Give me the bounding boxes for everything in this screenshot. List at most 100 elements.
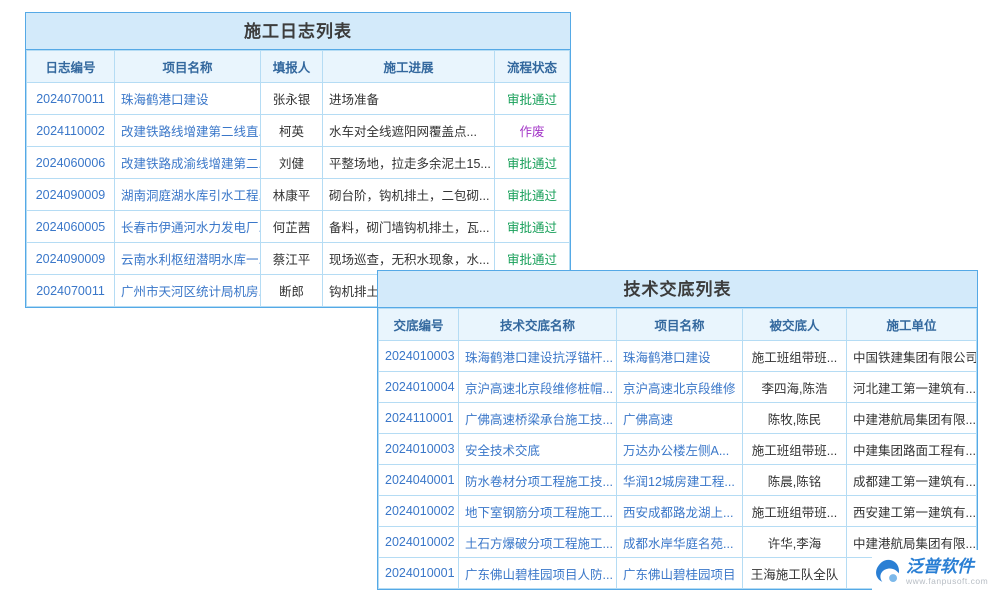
brand-name: 泛普软件: [906, 558, 988, 577]
disclosee-cell: 王海施工队全队: [743, 558, 847, 589]
col-header-disclosure-name: 技术交底名称: [459, 309, 617, 341]
reporter-cell: 张永银: [261, 83, 323, 115]
construction-log-panel: 施工日志列表 日志编号 项目名称 填报人 施工进展 流程状态 202407001…: [25, 12, 571, 308]
status-badge: 审批通过: [495, 147, 570, 179]
disclosure-table-row[interactable]: 2024110001 广佛高速桥梁承台施工技... 广佛高速 陈牧,陈民 中建港…: [379, 403, 977, 434]
disclosure-table-row[interactable]: 2024010003 安全技术交底 万达办公楼左侧A... 施工班组带班... …: [379, 434, 977, 465]
progress-cell: 砌台阶，钩机排土，二包砌...: [323, 179, 495, 211]
project-name-link[interactable]: 西安成都路龙湖上...: [617, 496, 743, 527]
disclosee-cell: 施工班组带班...: [743, 496, 847, 527]
status-badge: 作废: [495, 115, 570, 147]
reporter-cell: 何芷茜: [261, 211, 323, 243]
disclosure-id-link[interactable]: 2024110001: [379, 403, 459, 434]
log-table-row[interactable]: 2024090009 湖南洞庭湖水库引水工程... 林康平 砌台阶，钩机排土，二…: [27, 179, 570, 211]
col-header-disclosure-id: 交底编号: [379, 309, 459, 341]
col-header-log-id: 日志编号: [27, 51, 115, 83]
construction-unit-cell: 西安建工第一建筑有...: [847, 496, 977, 527]
project-name-link[interactable]: 广东佛山碧桂园项目: [617, 558, 743, 589]
project-name-link[interactable]: 湖南洞庭湖水库引水工程...: [115, 179, 261, 211]
status-badge: 审批通过: [495, 211, 570, 243]
fanpu-watermark: 泛普软件 www.fanpusoft.com: [872, 550, 994, 594]
disclosure-name-link[interactable]: 防水卷材分项工程施工技...: [459, 465, 617, 496]
disclosee-cell: 许华,李海: [743, 527, 847, 558]
progress-cell: 进场准备: [323, 83, 495, 115]
disclosure-id-link[interactable]: 2024010004: [379, 372, 459, 403]
disclosure-name-link[interactable]: 安全技术交底: [459, 434, 617, 465]
log-id-link[interactable]: 2024070011: [27, 275, 115, 307]
progress-cell: 平整场地，拉走多余泥土15...: [323, 147, 495, 179]
col-header-construction-unit: 施工单位: [847, 309, 977, 341]
project-name-link[interactable]: 改建铁路线增建第二线直...: [115, 115, 261, 147]
log-id-link[interactable]: 2024060005: [27, 211, 115, 243]
project-name-link[interactable]: 京沪高速北京段维修: [617, 372, 743, 403]
disclosure-name-link[interactable]: 京沪高速北京段维修桩帽...: [459, 372, 617, 403]
log-id-link[interactable]: 2024110002: [27, 115, 115, 147]
reporter-cell: 林康平: [261, 179, 323, 211]
reporter-cell: 柯英: [261, 115, 323, 147]
construction-log-table: 日志编号 项目名称 填报人 施工进展 流程状态 2024070011 珠海鹤港口…: [26, 50, 570, 307]
project-name-link[interactable]: 改建铁路成渝线增建第二...: [115, 147, 261, 179]
col-header-reporter: 填报人: [261, 51, 323, 83]
technical-disclosure-title: 技术交底列表: [378, 271, 977, 308]
disclosure-id-link[interactable]: 2024010002: [379, 496, 459, 527]
disclosure-id-link[interactable]: 2024010001: [379, 558, 459, 589]
construction-unit-cell: 中国铁建集团有限公司: [847, 341, 977, 372]
col-header-progress: 施工进展: [323, 51, 495, 83]
log-id-link[interactable]: 2024070011: [27, 83, 115, 115]
progress-cell: 水车对全线遮阳网覆盖点...: [323, 115, 495, 147]
construction-log-title: 施工日志列表: [26, 13, 570, 50]
project-name-link[interactable]: 珠海鹤港口建设: [115, 83, 261, 115]
log-table-row[interactable]: 2024110002 改建铁路线增建第二线直... 柯英 水车对全线遮阳网覆盖点…: [27, 115, 570, 147]
project-name-link[interactable]: 华润12城房建工程...: [617, 465, 743, 496]
log-id-link[interactable]: 2024090009: [27, 243, 115, 275]
log-table-row[interactable]: 2024060005 长春市伊通河水力发电厂... 何芷茜 备料，砌门墙钩机排土…: [27, 211, 570, 243]
disclosure-header-row: 交底编号 技术交底名称 项目名称 被交底人 施工单位: [379, 309, 977, 341]
project-name-link[interactable]: 广州市天河区统计局机房...: [115, 275, 261, 307]
project-name-link[interactable]: 长春市伊通河水力发电厂...: [115, 211, 261, 243]
log-table-row[interactable]: 2024070011 珠海鹤港口建设 张永银 进场准备 审批通过: [27, 83, 570, 115]
disclosure-table-row[interactable]: 2024040001 防水卷材分项工程施工技... 华润12城房建工程... 陈…: [379, 465, 977, 496]
disclosure-id-link[interactable]: 2024040001: [379, 465, 459, 496]
technical-disclosure-table: 交底编号 技术交底名称 项目名称 被交底人 施工单位 2024010003 珠海…: [378, 308, 977, 589]
log-table-row[interactable]: 2024060006 改建铁路成渝线增建第二... 刘健 平整场地，拉走多余泥土…: [27, 147, 570, 179]
col-header-project-name: 项目名称: [115, 51, 261, 83]
col-header-disclosee: 被交底人: [743, 309, 847, 341]
technical-disclosure-panel: 技术交底列表 交底编号 技术交底名称 项目名称 被交底人 施工单位 202401…: [377, 270, 978, 590]
disclosure-table-row[interactable]: 2024010003 珠海鹤港口建设抗浮锚杆... 珠海鹤港口建设 施工班组带班…: [379, 341, 977, 372]
reporter-cell: 刘健: [261, 147, 323, 179]
progress-cell: 备料，砌门墙钩机排土，瓦...: [323, 211, 495, 243]
disclosure-id-link[interactable]: 2024010003: [379, 434, 459, 465]
status-badge: 审批通过: [495, 83, 570, 115]
log-header-row: 日志编号 项目名称 填报人 施工进展 流程状态: [27, 51, 570, 83]
project-name-link[interactable]: 珠海鹤港口建设: [617, 341, 743, 372]
disclosee-cell: 施工班组带班...: [743, 341, 847, 372]
project-name-link[interactable]: 成都水岸华庭名苑...: [617, 527, 743, 558]
disclosure-table-row[interactable]: 2024010002 地下室钢筋分项工程施工... 西安成都路龙湖上... 施工…: [379, 496, 977, 527]
disclosure-name-link[interactable]: 广佛高速桥梁承台施工技...: [459, 403, 617, 434]
fanpu-logo-icon: [872, 557, 902, 587]
disclosure-id-link[interactable]: 2024010003: [379, 341, 459, 372]
project-name-link[interactable]: 云南水利枢纽潜明水库一...: [115, 243, 261, 275]
project-name-link[interactable]: 广佛高速: [617, 403, 743, 434]
disclosure-name-link[interactable]: 珠海鹤港口建设抗浮锚杆...: [459, 341, 617, 372]
construction-unit-cell: 中建港航局集团有限...: [847, 403, 977, 434]
construction-unit-cell: 河北建工第一建筑有...: [847, 372, 977, 403]
log-id-link[interactable]: 2024090009: [27, 179, 115, 211]
disclosee-cell: 施工班组带班...: [743, 434, 847, 465]
disclosure-id-link[interactable]: 2024010002: [379, 527, 459, 558]
disclosure-name-link[interactable]: 地下室钢筋分项工程施工...: [459, 496, 617, 527]
disclosee-cell: 陈晨,陈铭: [743, 465, 847, 496]
disclosee-cell: 陈牧,陈民: [743, 403, 847, 434]
log-id-link[interactable]: 2024060006: [27, 147, 115, 179]
brand-url: www.fanpusoft.com: [906, 577, 988, 586]
reporter-cell: 断郎: [261, 275, 323, 307]
col-header-status: 流程状态: [495, 51, 570, 83]
construction-unit-cell: 中建集团路面工程有...: [847, 434, 977, 465]
reporter-cell: 蔡江平: [261, 243, 323, 275]
watermark-text: 泛普软件 www.fanpusoft.com: [906, 558, 988, 586]
disclosure-name-link[interactable]: 广东佛山碧桂园项目人防...: [459, 558, 617, 589]
project-name-link[interactable]: 万达办公楼左侧A...: [617, 434, 743, 465]
disclosure-name-link[interactable]: 土石方爆破分项工程施工...: [459, 527, 617, 558]
disclosure-table-row[interactable]: 2024010004 京沪高速北京段维修桩帽... 京沪高速北京段维修 李四海,…: [379, 372, 977, 403]
disclosee-cell: 李四海,陈浩: [743, 372, 847, 403]
